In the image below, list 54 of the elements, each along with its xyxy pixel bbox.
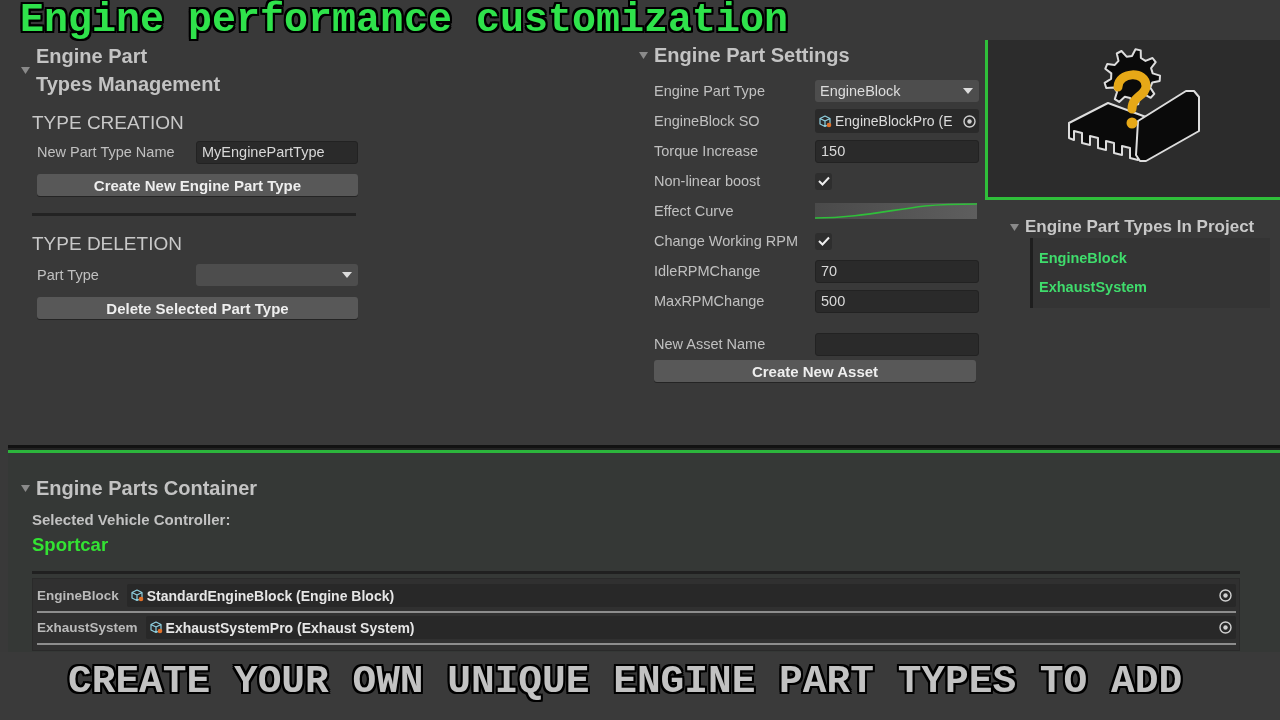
foldout-triangle-icon[interactable]	[21, 484, 30, 492]
dropdown[interactable]: EngineBlock	[815, 80, 979, 102]
text-field[interactable]: MyEnginePartType	[196, 140, 358, 164]
number-field[interactable]: 70	[815, 259, 979, 283]
field-label: EngineBlock SO	[654, 113, 761, 129]
target-icon[interactable]	[1219, 589, 1232, 602]
field-label: Part Type	[37, 267, 100, 283]
vehicle-name: Sportcar	[32, 533, 109, 557]
panel-title: Engine Part Settings	[654, 43, 850, 68]
caption-text: CREATE YOUR OWN UNIQUE ENGINE PART TYPES TO ADD	[68, 659, 1183, 705]
panel-title: Engine Parts Container	[36, 476, 258, 501]
cube-icon	[149, 621, 163, 634]
field-label: New Asset Name	[654, 336, 767, 352]
object-field[interactable]: ExhaustSystemPro (Exhaust System)	[145, 616, 1236, 639]
number-field[interactable]: 150	[815, 139, 979, 163]
overlay-title: Engine performance customization	[20, 0, 789, 42]
part-type-item[interactable]: EngineBlock	[1039, 244, 1127, 273]
caret-icon	[963, 88, 973, 94]
gear-block-question-icon	[1066, 47, 1202, 163]
field-label: Change Working RPM	[654, 233, 799, 249]
group-heading: TYPE CREATION	[32, 112, 185, 134]
group-heading: TYPE DELETION	[32, 233, 183, 255]
foldout-triangle-icon[interactable]	[1010, 223, 1019, 231]
field-label: MaxRPMChange	[654, 293, 766, 309]
slot-label: EngineBlock	[37, 588, 119, 603]
cube-icon	[130, 589, 144, 602]
foldout-triangle-icon[interactable]	[639, 51, 648, 59]
cube-icon	[819, 114, 832, 128]
field-label: Non-linear boost	[654, 173, 762, 189]
slot-label: ExhaustSystem	[37, 620, 138, 635]
vehicle-label: Selected Vehicle Controller:	[32, 511, 231, 529]
object-field[interactable]: StandardEngineBlock (Engine Block)	[126, 584, 1236, 607]
create-type-button[interactable]: Create New Engine Part Type	[37, 174, 358, 196]
number-field[interactable]: 500	[815, 289, 979, 313]
field-label: Torque Increase	[654, 143, 759, 159]
curve-field[interactable]	[815, 203, 977, 219]
checkbox[interactable]	[815, 232, 832, 250]
check-icon	[817, 236, 830, 246]
delete-type-button[interactable]: Delete Selected Part Type	[37, 297, 358, 319]
target-icon[interactable]	[963, 114, 976, 128]
object-field[interactable]: EngineBlockPro (E	[815, 109, 979, 133]
checkbox[interactable]	[815, 172, 832, 190]
field-label: Effect Curve	[654, 203, 735, 219]
part-type-item[interactable]: ExhaustSystem	[1039, 273, 1147, 302]
foldout-triangle-icon[interactable]	[21, 66, 30, 74]
check-icon	[817, 176, 830, 186]
caret-icon	[342, 272, 352, 278]
panel-title: Engine Part Types In Project	[1025, 216, 1255, 238]
field-label: Engine Part Type	[654, 83, 766, 99]
target-icon[interactable]	[1219, 621, 1232, 634]
panel-title: Engine Part Types Management	[36, 44, 221, 97]
create-asset-button[interactable]: Create New Asset	[654, 360, 976, 382]
field-label: IdleRPMChange	[654, 263, 762, 279]
field-label: New Part Type Name	[37, 144, 176, 160]
